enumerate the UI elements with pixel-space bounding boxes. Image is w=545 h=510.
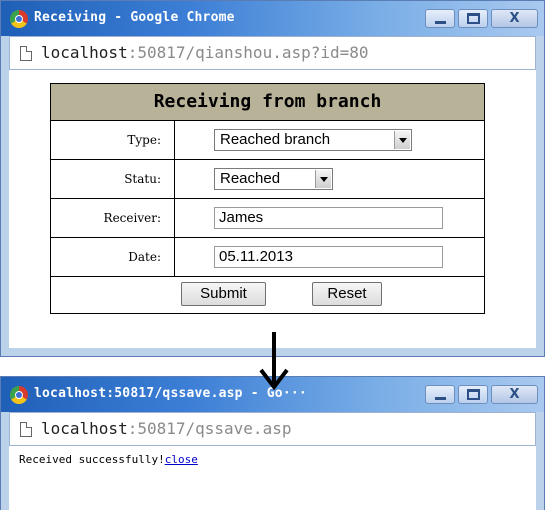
date-input[interactable]: 05.11.2013 [214, 246, 443, 268]
minimize-button[interactable] [425, 9, 455, 28]
close-button[interactable]: X [491, 9, 538, 28]
page-icon [20, 46, 32, 61]
type-select[interactable]: Reached branch [214, 129, 412, 151]
down-arrow-icon [259, 332, 289, 390]
address-path: :50817/qssave.asp [127, 419, 292, 438]
title-bar[interactable]: Receiving - Google Chrome X [1, 1, 544, 36]
type-row: Type: Reached branch [51, 121, 484, 160]
close-icon: X [509, 387, 520, 402]
success-message: Received successfully!close [19, 453, 198, 466]
address-host: localhost [41, 43, 128, 62]
page-icon [20, 422, 32, 437]
form-heading: Receiving from branch [51, 84, 484, 121]
maximize-button[interactable] [458, 385, 488, 404]
browser-window-receiving: Receiving - Google Chrome X localhost:50… [0, 0, 545, 357]
maximize-button[interactable] [458, 9, 488, 28]
chrome-logo-icon [10, 10, 28, 28]
window-controls: X [425, 9, 538, 28]
address-host: localhost [41, 419, 128, 438]
address-path: :50817/qianshou.asp?id=80 [127, 43, 369, 62]
maximize-icon [467, 389, 480, 400]
status-select[interactable]: Reached [214, 168, 333, 190]
close-button[interactable]: X [491, 385, 538, 404]
browser-window-qssave: localhost:50817/qssave.asp - Go··· X loc… [0, 376, 545, 510]
window-controls: X [425, 385, 538, 404]
success-text: Received successfully! [19, 453, 165, 466]
receiver-input[interactable]: James [214, 207, 443, 229]
page-content: Received successfully!close [9, 446, 536, 510]
button-row: Submit Reset [51, 277, 484, 313]
close-link[interactable]: close [165, 453, 198, 466]
minimize-button[interactable] [425, 385, 455, 404]
receiver-label: Receiver: [51, 199, 175, 237]
close-icon: X [509, 11, 520, 26]
reset-button[interactable]: Reset [312, 282, 382, 306]
address-bar[interactable]: localhost:50817/qssave.asp [9, 412, 536, 446]
submit-button[interactable]: Submit [181, 282, 266, 306]
address-url[interactable]: localhost:50817/qssave.asp [41, 419, 291, 438]
date-row: Date: 05.11.2013 [51, 238, 484, 277]
page-content: Receiving from branch Type: Reached bran… [9, 70, 536, 348]
date-label: Date: [51, 238, 175, 276]
receiving-form: Receiving from branch Type: Reached bran… [50, 83, 485, 314]
maximize-icon [467, 13, 480, 24]
dropdown-arrow-icon[interactable] [394, 131, 410, 149]
status-select-value: Reached [220, 170, 281, 187]
receiver-row: Receiver: James [51, 199, 484, 238]
chrome-logo-icon [10, 386, 28, 404]
address-url[interactable]: localhost:50817/qianshou.asp?id=80 [41, 43, 369, 62]
window-title: Receiving - Google Chrome [34, 10, 235, 25]
type-label: Type: [51, 121, 175, 159]
status-row: Statu: Reached [51, 160, 484, 199]
address-bar[interactable]: localhost:50817/qianshou.asp?id=80 [9, 36, 536, 70]
minimize-icon [435, 21, 446, 24]
dropdown-arrow-icon[interactable] [315, 170, 331, 188]
type-select-value: Reached branch [220, 131, 331, 148]
minimize-icon [435, 397, 446, 400]
status-label: Statu: [51, 160, 175, 198]
